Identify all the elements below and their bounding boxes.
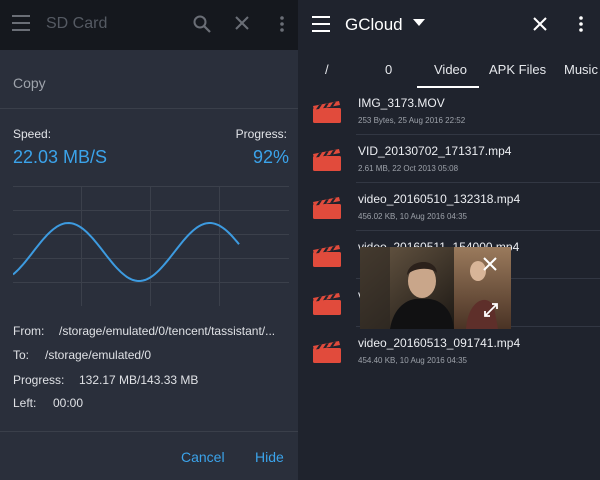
to-label: To: xyxy=(13,348,30,362)
close-icon[interactable] xyxy=(483,257,497,271)
file-meta: 454.40 KB, 10 Aug 2016 04:35 xyxy=(358,356,467,365)
tab-root[interactable]: / xyxy=(325,62,329,77)
tab-bar: / 0 Video APK Files Music xyxy=(298,50,600,88)
arrow-drop-down-icon[interactable] xyxy=(413,19,425,27)
search-icon[interactable] xyxy=(192,14,212,34)
file-row[interactable]: IMG_3173.MOV 253 Bytes, 25 Aug 2016 22:5… xyxy=(298,96,600,144)
close-icon[interactable] xyxy=(532,16,548,32)
left-panel: SD Card Copy Speed: 22.03 MB/S Progress:… xyxy=(0,0,298,480)
toolbar-title: SD Card xyxy=(46,15,108,32)
right-panel: GCloud / 0 Video APK Files Music IMG_317… xyxy=(298,0,600,480)
divider xyxy=(0,108,298,109)
divider xyxy=(356,182,600,183)
file-row[interactable]: video_20160513_091741.mp4 454.40 KB, 10 … xyxy=(298,336,600,384)
hide-button[interactable]: Hide xyxy=(255,449,284,465)
floating-video-player[interactable] xyxy=(360,247,511,329)
speed-label: Speed: xyxy=(13,127,52,141)
cancel-button[interactable]: Cancel xyxy=(181,449,225,465)
menu-icon[interactable] xyxy=(312,16,332,34)
tab-0[interactable]: 0 xyxy=(385,62,392,77)
more-vert-icon[interactable] xyxy=(577,14,585,34)
from-row: From: /storage/emulated/0/tencent/tassis… xyxy=(13,324,275,338)
progress-size-value: 132.17 MB/143.33 MB xyxy=(79,373,199,387)
file-name: VID_20130702_171317.mp4 xyxy=(358,144,512,158)
copy-dialog: Copy Speed: 22.03 MB/S Progress: 92% Fro… xyxy=(0,58,298,478)
video-file-icon xyxy=(313,197,341,219)
tab-apk-files[interactable]: APK Files xyxy=(489,62,546,77)
video-file-icon xyxy=(313,149,341,171)
divider xyxy=(0,431,298,432)
time-left-row: Left: 00:00 xyxy=(13,396,83,410)
divider xyxy=(356,134,600,135)
tab-video[interactable]: Video xyxy=(434,62,467,77)
divider xyxy=(356,230,600,231)
speed-wave xyxy=(13,221,240,283)
file-name: IMG_3173.MOV xyxy=(358,96,445,110)
file-meta: 253 Bytes, 25 Aug 2016 22:52 xyxy=(358,116,466,125)
progress-value: 92% xyxy=(252,147,289,167)
video-file-icon xyxy=(313,101,341,123)
file-meta: 2.61 MB, 22 Oct 2013 05:08 xyxy=(358,164,459,173)
video-file-icon xyxy=(313,293,341,315)
file-name: video_20160513_091741.mp4 xyxy=(358,336,521,350)
more-vert-icon[interactable] xyxy=(278,14,286,34)
from-value: /storage/emulated/0/tencent/tassistant/.… xyxy=(59,324,276,338)
menu-icon[interactable] xyxy=(12,15,32,33)
left-toolbar: SD Card xyxy=(0,0,298,50)
account-title[interactable]: GCloud xyxy=(345,15,403,35)
fullscreen-icon[interactable] xyxy=(483,302,499,318)
file-meta: 456.02 KB, 10 Aug 2016 04:35 xyxy=(358,212,467,221)
video-file-icon xyxy=(313,245,341,267)
right-toolbar: GCloud xyxy=(298,0,600,50)
to-row: To: /storage/emulated/0 xyxy=(13,348,151,362)
from-label: From: xyxy=(13,324,45,338)
file-name: video_20160510_132318.mp4 xyxy=(358,192,521,206)
speed-graph xyxy=(13,186,289,306)
time-left-value: 00:00 xyxy=(53,396,84,410)
progress-size-row: Progress: 132.17 MB/143.33 MB xyxy=(13,373,198,387)
speed-value: 22.03 MB/S xyxy=(13,147,108,167)
dialog-title: Copy xyxy=(13,75,46,91)
file-row[interactable]: VID_20130702_171317.mp4 2.61 MB, 22 Oct … xyxy=(298,144,600,192)
progress-label: Progress: xyxy=(235,127,287,141)
time-left-label: Left: xyxy=(13,396,37,410)
to-value: /storage/emulated/0 xyxy=(45,348,152,362)
tab-music[interactable]: Music xyxy=(564,62,598,77)
close-icon[interactable] xyxy=(233,14,251,32)
active-tab-indicator xyxy=(417,86,479,88)
file-row[interactable]: video_20160510_132318.mp4 456.02 KB, 10 … xyxy=(298,192,600,240)
progress-size-label: Progress: xyxy=(13,373,65,387)
video-file-icon xyxy=(313,341,341,363)
